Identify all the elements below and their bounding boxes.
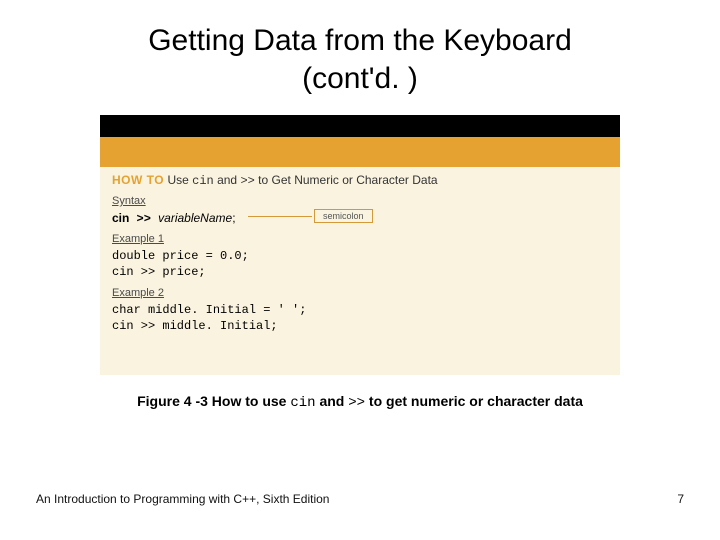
syntax-variable: variableName	[158, 211, 232, 225]
figure-orange-bar	[100, 137, 620, 167]
slide-title: Getting Data from the Keyboard (cont'd. …	[80, 22, 640, 97]
slide: Getting Data from the Keyboard (cont'd. …	[0, 0, 720, 540]
caption-post: to get numeric or character data	[365, 393, 583, 409]
example1-line1: double price = 0.0;	[112, 249, 249, 263]
howto-figure: HOW TO Use cin and >> to Get Numeric or …	[100, 115, 620, 375]
howto-op: >>	[240, 174, 254, 188]
title-line-1: Getting Data from the Keyboard	[148, 24, 572, 57]
howto-text-1: Use	[164, 173, 192, 187]
footer-page-number: 7	[677, 492, 684, 506]
semicolon-label-box: semicolon	[314, 209, 373, 223]
syntax-line: cin >> variableName;	[112, 211, 236, 226]
caption-op: >>	[348, 395, 365, 411]
figure-caption: Figure 4 -3 How to use cin and >> to get…	[40, 393, 680, 411]
howto-heading: HOW TO Use cin and >> to Get Numeric or …	[112, 173, 438, 188]
syntax-operator: >>	[129, 212, 158, 226]
caption-mid: and	[316, 393, 349, 409]
title-line-2: (cont'd. )	[302, 62, 418, 95]
label-syntax: Syntax	[112, 195, 146, 207]
howto-prefix: HOW TO	[112, 173, 164, 187]
howto-text-2: and	[214, 173, 241, 187]
caption-cin: cin	[290, 395, 315, 411]
syntax-cin: cin	[112, 211, 129, 225]
example2-line1: char middle. Initial = ' ';	[112, 303, 306, 317]
semicolon-pointer-line	[248, 216, 312, 217]
label-example-1: Example 1	[112, 233, 164, 245]
figure-black-bar	[100, 115, 620, 137]
footer-book-title: An Introduction to Programming with C++,…	[36, 492, 329, 506]
caption-pre: Figure 4 -3 How to use	[137, 393, 290, 409]
example2-line2: cin >> middle. Initial;	[112, 319, 278, 333]
howto-cin: cin	[192, 174, 214, 188]
label-example-2: Example 2	[112, 287, 164, 299]
example1-line2: cin >> price;	[112, 265, 206, 279]
syntax-semicolon: ;	[232, 211, 235, 225]
howto-text-3: to Get Numeric or Character Data	[255, 173, 438, 187]
